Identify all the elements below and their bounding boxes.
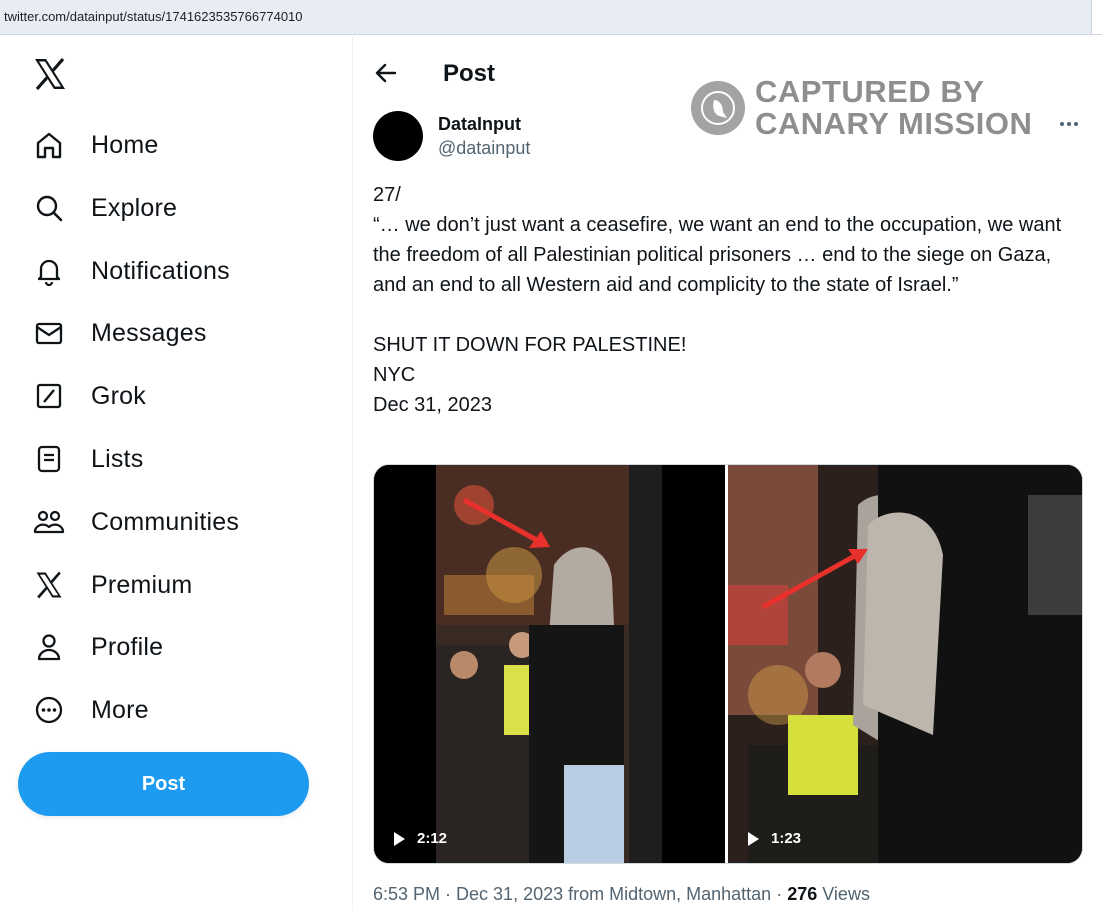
nav-label: Explore: [91, 193, 178, 222]
nav-label: More: [91, 695, 149, 724]
bird-logo-icon: [691, 81, 745, 135]
watermark-text: CAPTURED BY CANARY MISSION: [755, 76, 1032, 140]
nav-messages[interactable]: Messages: [32, 313, 207, 353]
video-2[interactable]: 1:23: [728, 465, 1082, 863]
nav-grok[interactable]: Grok: [32, 376, 146, 416]
x-logo-icon: [32, 568, 66, 602]
author-name[interactable]: DataInput: [438, 114, 521, 135]
envelope-icon: [32, 316, 66, 350]
grok-icon: [32, 379, 66, 413]
communities-icon: [32, 505, 66, 539]
avatar[interactable]: [373, 111, 423, 161]
browser-address-bar[interactable]: twitter.com/datainput/status/17416235357…: [0, 0, 1102, 35]
nav-label: Notifications: [91, 256, 230, 285]
author-handle[interactable]: @datainput: [438, 138, 530, 159]
bell-icon: [32, 254, 66, 288]
post-detail: Post CAPTURED BY CANARY MISSION DataInpu…: [353, 34, 1102, 911]
nav-label: Messages: [91, 318, 207, 347]
nav-label: Lists: [91, 444, 144, 473]
nav-communities[interactable]: Communities: [32, 502, 239, 542]
person-icon: [32, 630, 66, 664]
timestamp-location[interactable]: 6:53 PM · Dec 31, 2023 from Midtown, Man…: [373, 884, 787, 904]
video-1-duration: 2:12: [394, 830, 447, 847]
nav-profile[interactable]: Profile: [32, 627, 163, 667]
scrollbar-edge: [1091, 0, 1102, 34]
nav-more[interactable]: More: [32, 690, 149, 730]
nav-explore[interactable]: Explore: [32, 188, 177, 228]
duration-label: 1:23: [771, 830, 802, 847]
tweet-text: 27/ “… we don’t just want a ceasefire, w…: [373, 184, 1062, 416]
post-button[interactable]: Post: [18, 752, 309, 816]
play-icon: [748, 831, 759, 846]
watermark: CAPTURED BY CANARY MISSION: [691, 76, 1032, 140]
video-1-thumbnail: [374, 465, 725, 863]
x-logo-icon[interactable]: [32, 56, 68, 92]
video-1[interactable]: 2:12: [374, 465, 725, 863]
more-circle-icon: [32, 693, 66, 727]
page-title: Post: [443, 60, 496, 87]
home-icon: [32, 128, 66, 162]
views-label: Views: [817, 884, 870, 904]
video-2-duration: 1:23: [748, 830, 801, 847]
play-icon: [394, 831, 405, 846]
tweet-meta: 6:53 PM · Dec 31, 2023 from Midtown, Man…: [373, 884, 870, 905]
more-options-icon[interactable]: [1057, 112, 1081, 136]
search-icon: [32, 191, 66, 225]
nav-label: Communities: [91, 507, 240, 536]
nav-premium[interactable]: Premium: [32, 565, 192, 605]
nav-notifications[interactable]: Notifications: [32, 251, 230, 291]
list-icon: [32, 442, 66, 476]
nav-label: Premium: [91, 570, 193, 599]
nav-label: Profile: [91, 632, 164, 661]
nav-lists[interactable]: Lists: [32, 439, 143, 479]
nav-label: Home: [91, 130, 159, 159]
media-grid: 2:12 1:23: [373, 464, 1083, 864]
duration-label: 2:12: [417, 830, 448, 847]
views-count: 276: [787, 884, 818, 904]
back-arrow-icon[interactable]: [373, 60, 399, 86]
nav-home[interactable]: Home: [32, 125, 159, 165]
video-2-thumbnail: [728, 465, 1082, 863]
url-text[interactable]: twitter.com/datainput/status/17416235357…: [4, 9, 303, 24]
watermark-line1: CAPTURED BY: [755, 74, 985, 109]
nav-label: Grok: [91, 381, 146, 410]
watermark-line2: CANARY MISSION: [755, 106, 1033, 141]
